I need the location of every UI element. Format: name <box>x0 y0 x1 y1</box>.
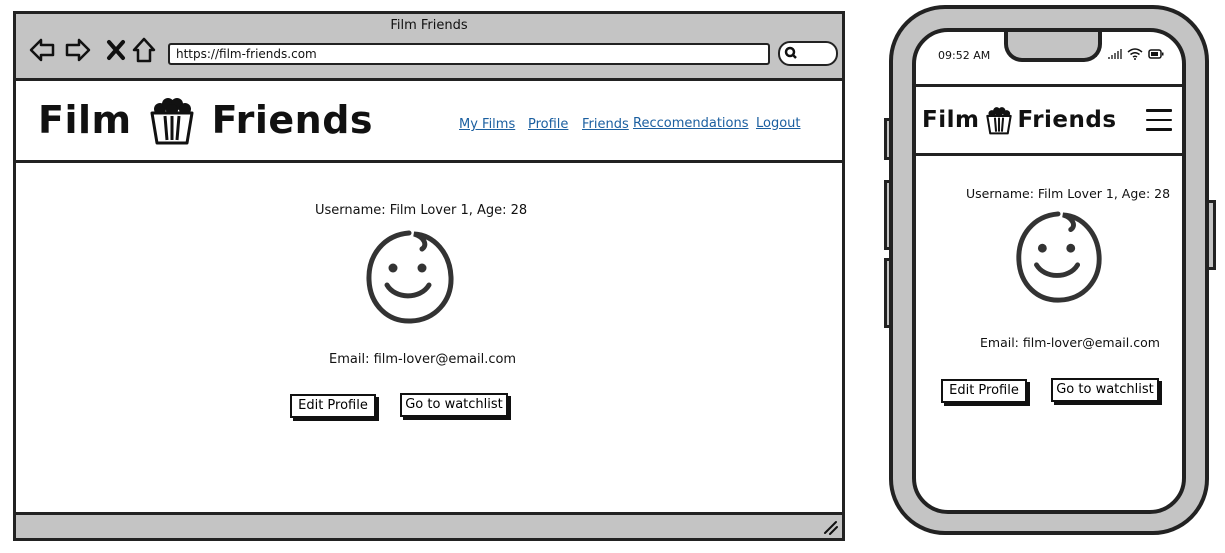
logo-text-right: Friends <box>211 98 374 142</box>
phone-logo-text-left: Film <box>922 107 980 133</box>
site-logo[interactable]: Film Friends <box>38 95 373 145</box>
nav-link-my-films[interactable]: My Films <box>459 117 515 132</box>
close-icon[interactable] <box>102 36 130 64</box>
phone-time: 09:52 AM <box>938 49 991 62</box>
mobile-phone-frame: 09:52 AM Film Friends Username: Film Lov… <box>889 5 1209 535</box>
nav-link-recommendations[interactable]: Reccomendations <box>633 116 749 131</box>
phone-status-icons <box>1108 48 1164 60</box>
phone-username-text: Username: Film Lover 1, Age: 28 <box>966 186 1171 201</box>
battery-icon <box>1148 49 1164 59</box>
phone-notch <box>1004 32 1102 62</box>
browser-window: Film Friends https://film-friends.com Fi… <box>13 11 845 541</box>
profile-content: Username: Film Lover 1, Age: 28 Email: f… <box>16 163 842 512</box>
nav-link-friends[interactable]: Friends <box>582 117 629 132</box>
phone-edit-profile-button[interactable]: Edit Profile <box>941 379 1027 403</box>
email-text: Email: film-lover@email.com <box>329 352 517 367</box>
phone-site-logo[interactable]: Film Friends <box>922 105 1117 135</box>
window-title: Film Friends <box>390 18 468 33</box>
back-arrow-icon[interactable] <box>28 36 56 64</box>
popcorn-icon <box>150 98 194 145</box>
phone-logo-text-right: Friends <box>1017 107 1117 133</box>
forward-arrow-icon[interactable] <box>64 36 92 64</box>
smiley-face-icon <box>362 227 458 327</box>
signal-icon <box>1108 48 1122 59</box>
browser-toolbar: Film Friends https://film-friends.com <box>16 14 842 81</box>
phone-go-to-watchlist-button[interactable]: Go to watchlist <box>1051 378 1159 402</box>
wifi-icon <box>1127 48 1143 60</box>
logo-text-left: Film <box>38 98 132 142</box>
resize-handle-icon[interactable] <box>822 519 838 535</box>
smiley-face-icon <box>1012 208 1106 306</box>
nav-link-profile[interactable]: Profile <box>528 117 568 132</box>
edit-profile-button[interactable]: Edit Profile <box>290 394 376 418</box>
phone-site-header: Film Friends <box>916 84 1182 156</box>
hamburger-menu-icon[interactable] <box>1146 109 1172 131</box>
go-to-watchlist-button[interactable]: Go to watchlist <box>400 393 508 417</box>
nav-link-logout[interactable]: Logout <box>756 116 801 131</box>
search-icon <box>784 46 797 59</box>
phone-screen: 09:52 AM Film Friends Username: Film Lov… <box>912 28 1186 514</box>
popcorn-icon <box>986 107 1013 135</box>
home-icon[interactable] <box>130 36 158 64</box>
phone-email-text: Email: film-lover@email.com <box>980 335 1160 350</box>
browser-status-bar <box>16 512 842 538</box>
search-field[interactable] <box>778 41 838 66</box>
site-header: Film Friends My Films Profile Friends Re… <box>16 81 842 163</box>
url-input[interactable]: https://film-friends.com <box>168 43 770 65</box>
username-text: Username: Film Lover 1, Age: 28 <box>315 203 528 218</box>
